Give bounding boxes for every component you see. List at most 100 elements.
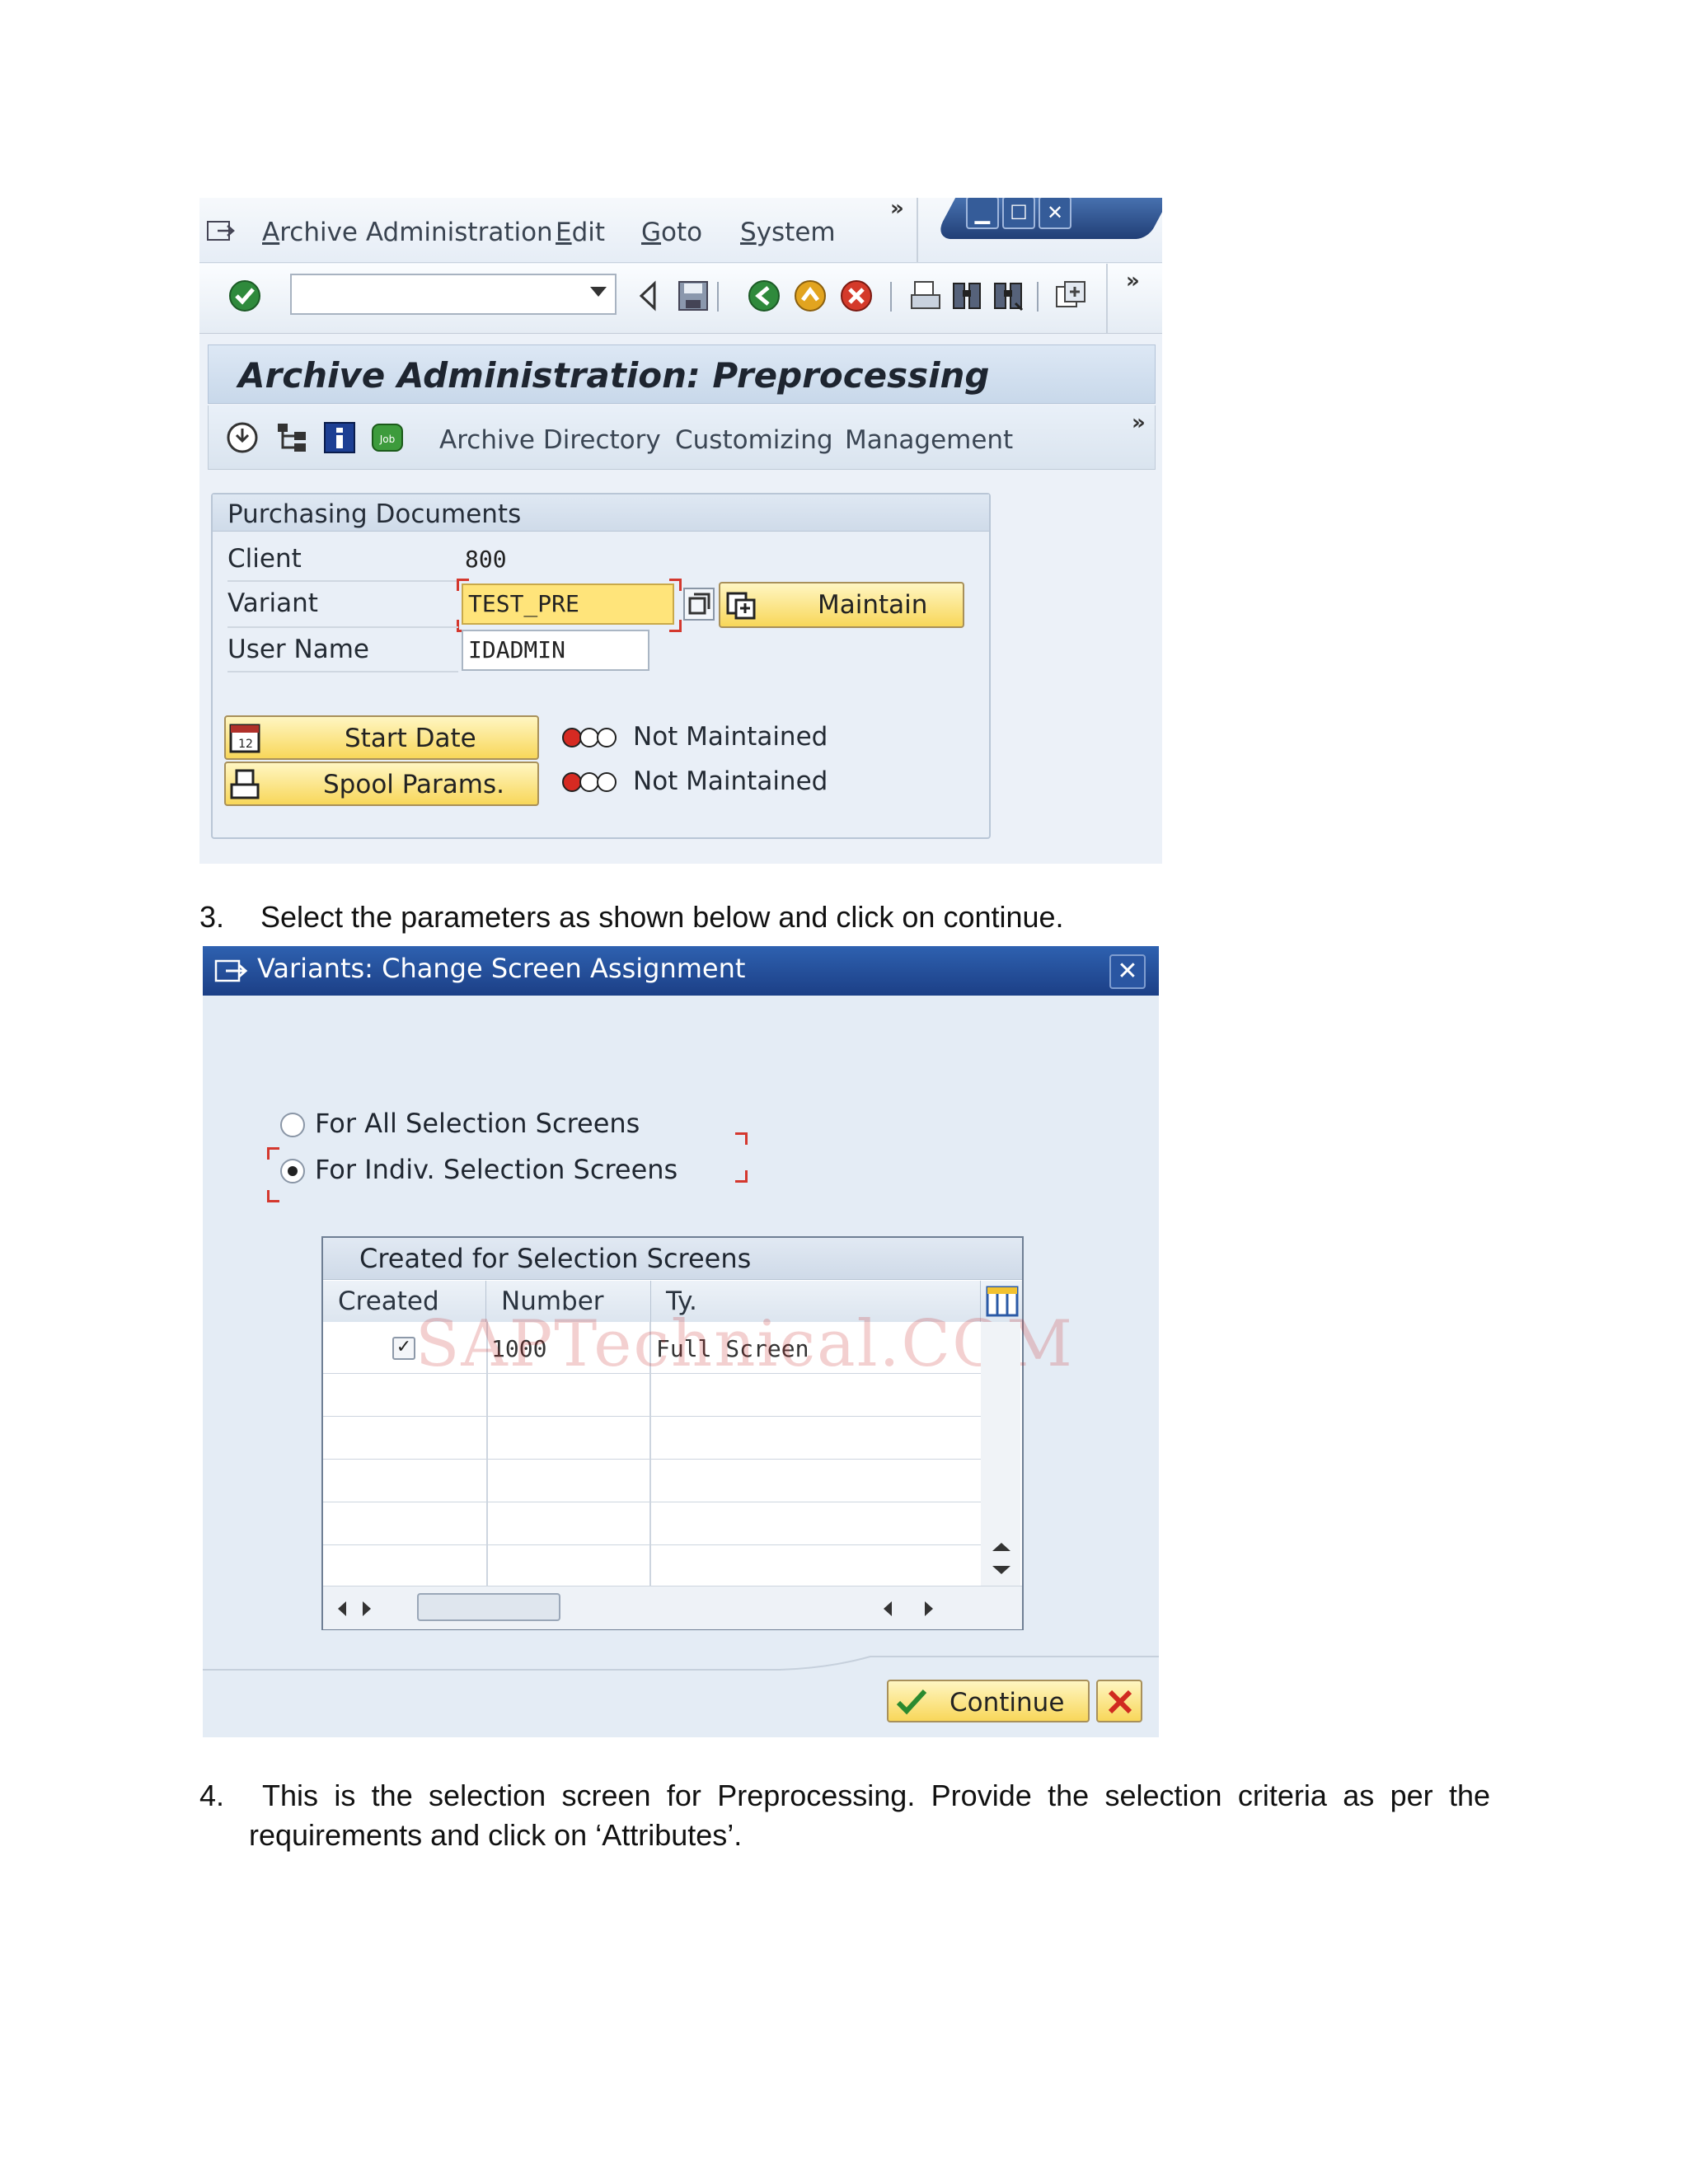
find-icon[interactable] — [950, 279, 984, 313]
chevron-down-icon[interactable] — [590, 287, 607, 297]
execute-icon[interactable] — [225, 420, 260, 455]
start-date-status: Not Maintained — [633, 722, 828, 752]
horizontal-scrollbar[interactable] — [323, 1586, 1022, 1629]
cancel-icon — [1108, 1690, 1132, 1714]
spool-params-button[interactable]: Spool Params. — [224, 762, 539, 806]
command-field[interactable] — [290, 274, 617, 315]
traffic-light-red-icon — [562, 772, 617, 792]
new-session-icon[interactable] — [1053, 279, 1088, 313]
variant-input[interactable]: TEST_PRE — [462, 583, 674, 625]
checkmark-icon — [896, 1689, 927, 1715]
continue-button[interactable]: Continue — [887, 1680, 1090, 1722]
step-4-text-line1: This is the selection screen for Preproc… — [262, 1779, 1490, 1812]
focus-corner — [669, 620, 682, 632]
archive-directory-link[interactable]: Archive Directory — [439, 425, 661, 455]
scroll-left-icon[interactable] — [884, 1601, 892, 1616]
dialog-title-bar: Variants: Change Screen Assignment ✕ — [203, 946, 1159, 996]
dialog-menu-icon[interactable] — [214, 958, 249, 984]
toolbar-divider — [1106, 264, 1108, 333]
client-value: 800 — [465, 546, 507, 573]
menu-goto[interactable]: Goto — [641, 218, 702, 247]
svg-text:Job: Job — [379, 434, 396, 445]
radio-indiv-screens[interactable] — [280, 1159, 305, 1183]
start-date-label: Start Date — [345, 724, 476, 753]
radio-all-screens[interactable] — [280, 1113, 305, 1137]
save-icon[interactable] — [676, 279, 710, 313]
structure-icon[interactable] — [274, 420, 309, 455]
footer-divider — [203, 1656, 1159, 1671]
client-label: Client — [227, 544, 302, 574]
cancel-icon[interactable] — [839, 279, 874, 313]
radio-all-screens-label: For All Selection Screens — [315, 1108, 640, 1139]
customizing-link[interactable]: Customizing — [675, 425, 833, 455]
exit-icon[interactable] — [793, 279, 828, 313]
maximize-icon[interactable]: ☐ — [1002, 198, 1035, 229]
menu-edit[interactable]: Edit — [556, 218, 605, 247]
menu-divider — [917, 198, 918, 262]
step-4-number: 4. — [199, 1779, 225, 1812]
value-help-icon[interactable] — [682, 587, 715, 621]
menu-overflow-icon[interactable]: » — [890, 198, 904, 221]
focus-corner — [735, 1132, 748, 1145]
group-title: Purchasing Documents — [227, 499, 522, 529]
step-4-text-line2: requirements and click on ‘Attributes’. — [249, 1818, 743, 1852]
management-link[interactable]: Management — [845, 425, 1013, 455]
app-toolbar-overflow-icon[interactable]: » — [1132, 410, 1146, 435]
table-title: Created for Selection Screens — [359, 1243, 752, 1274]
created-checkbox[interactable]: ✓ — [392, 1337, 415, 1360]
row-divider — [323, 1416, 981, 1417]
info-icon[interactable] — [322, 420, 357, 455]
printer-icon — [230, 769, 260, 799]
field-underline — [227, 626, 458, 628]
calendar-icon: 12 — [229, 724, 260, 753]
focus-corner — [735, 1170, 748, 1183]
back-arrow-icon[interactable] — [631, 279, 666, 313]
menu-icon[interactable] — [206, 219, 236, 244]
dialog-close-icon[interactable]: ✕ — [1109, 954, 1146, 989]
print-icon[interactable] — [908, 279, 943, 313]
toolbar-overflow-icon[interactable]: » — [1126, 269, 1140, 293]
vertical-scrollbar[interactable] — [981, 1322, 1020, 1586]
spool-params-label: Spool Params. — [323, 770, 504, 799]
application-toolbar: Job Archive Directory Customizing Manage… — [208, 405, 1156, 470]
table-header: Created for Selection Screens — [323, 1238, 1022, 1280]
maintain-button[interactable]: Maintain — [719, 582, 964, 628]
focus-corner — [457, 579, 469, 591]
row-divider — [323, 1544, 981, 1545]
field-underline — [227, 580, 458, 582]
job-icon[interactable]: Job — [370, 420, 405, 455]
focus-corner — [267, 1190, 279, 1202]
page-title: Archive Administration: Preprocessing — [238, 355, 990, 396]
group-header: Purchasing Documents — [213, 494, 989, 532]
toolbar-separator — [890, 282, 892, 312]
scroll-up-icon[interactable] — [992, 1543, 1010, 1551]
continue-label: Continue — [950, 1688, 1065, 1718]
archive-admin-screenshot: Archive Administration Edit Goto System … — [199, 198, 1162, 864]
standard-toolbar: » — [199, 264, 1162, 334]
watermark-text: SAPTechnical.COM — [415, 1307, 1074, 1381]
scroll-right-icon[interactable] — [363, 1601, 371, 1616]
maintain-icon — [726, 592, 756, 620]
purchasing-documents-group: Purchasing Documents Client 800 Variant … — [211, 493, 991, 839]
radio-selected-dot — [288, 1166, 298, 1176]
cancel-button[interactable] — [1096, 1680, 1142, 1722]
screen-title-bar: Archive Administration: Preprocessing — [208, 344, 1156, 404]
focus-corner — [267, 1147, 279, 1160]
minimize-icon[interactable]: ▁ — [966, 198, 999, 229]
scroll-down-icon[interactable] — [992, 1566, 1010, 1574]
start-date-button[interactable]: 12 Start Date — [224, 715, 539, 760]
close-icon[interactable]: ✕ — [1039, 198, 1071, 229]
menu-archive-administration[interactable]: Archive Administration — [262, 218, 553, 247]
back-icon[interactable] — [747, 279, 781, 313]
menu-system[interactable]: System — [740, 218, 836, 247]
scroll-right-icon[interactable] — [925, 1601, 933, 1616]
field-underline — [227, 671, 458, 673]
username-label: User Name — [227, 635, 369, 664]
username-input[interactable]: IDADMIN — [462, 630, 649, 671]
scroll-thumb[interactable] — [417, 1593, 560, 1621]
scroll-left-icon[interactable] — [338, 1601, 346, 1616]
focus-corner — [669, 579, 682, 591]
enter-icon[interactable] — [227, 279, 262, 313]
find-next-icon[interactable] — [991, 279, 1025, 313]
maintain-label: Maintain — [818, 590, 928, 620]
